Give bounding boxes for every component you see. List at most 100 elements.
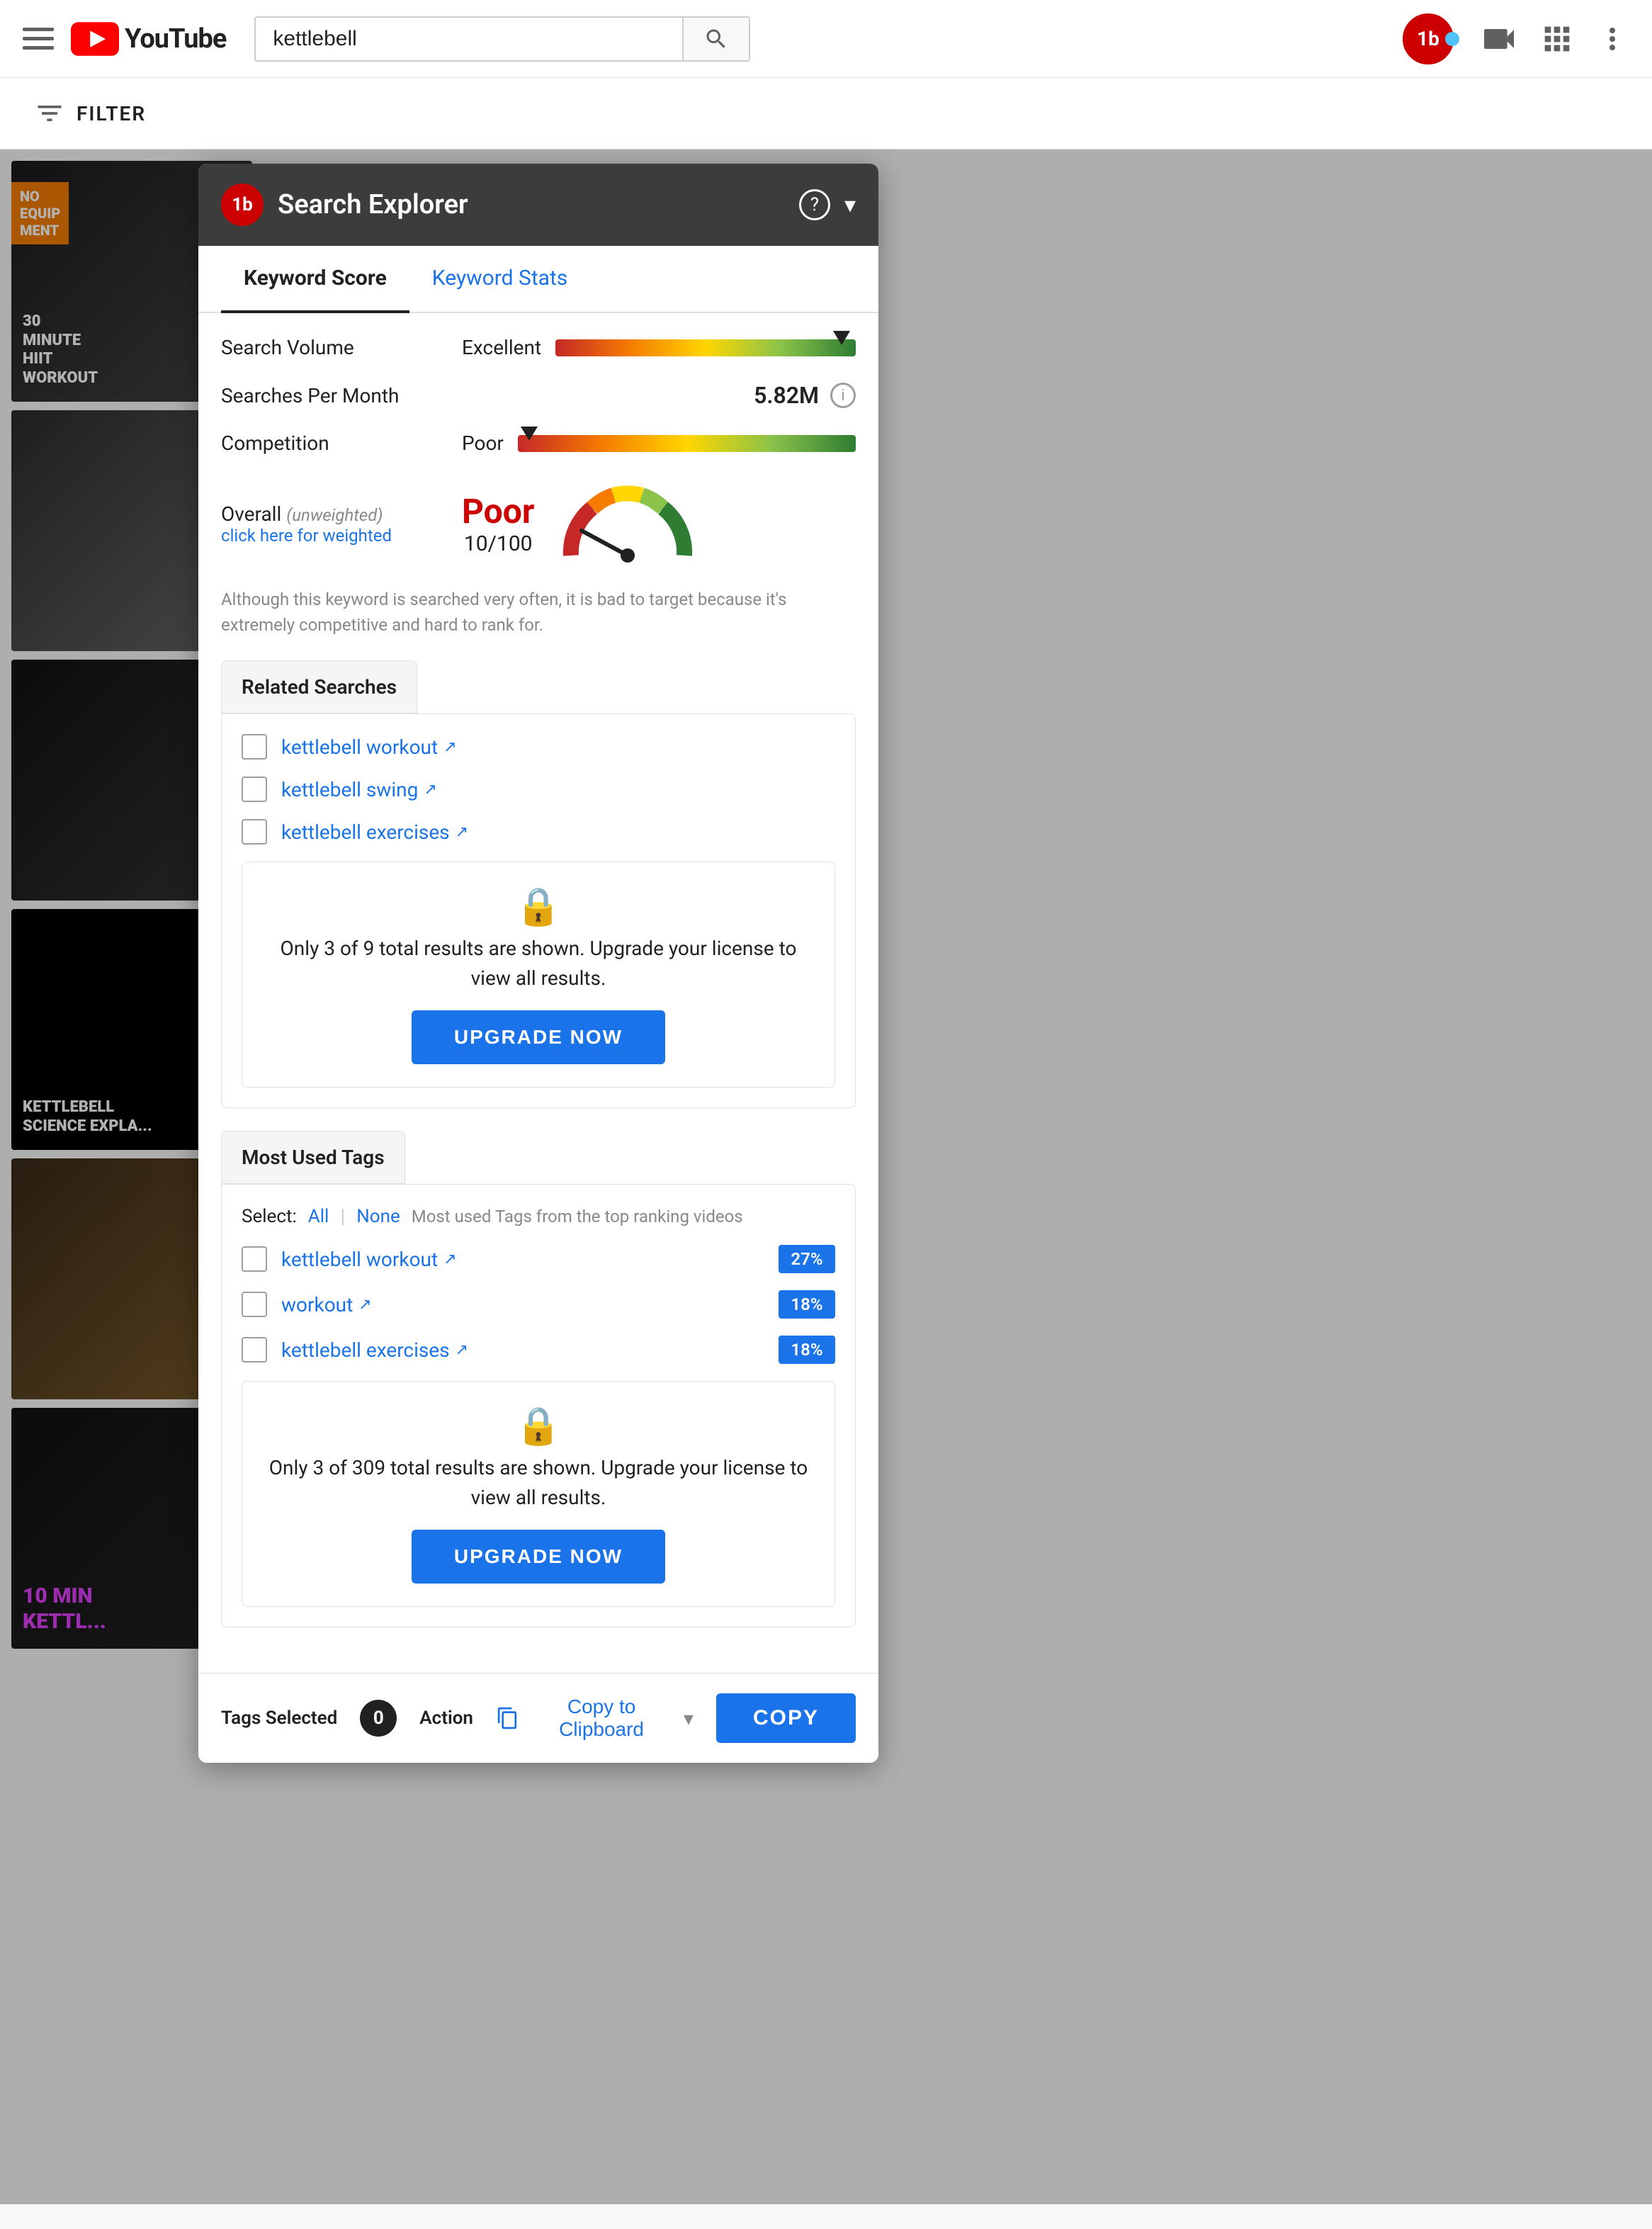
tags-select-bar: Select: All | None Most used Tags from t… [242,1204,835,1228]
competition-row: Competition Poor [221,431,856,455]
competition-bar-container [518,435,856,452]
most-used-tags-box: Select: All | None Most used Tags from t… [221,1184,856,1627]
search-volume-label: Search Volume [221,336,462,359]
select-all-link[interactable]: All [308,1206,329,1227]
ext-link-tag-1: ↗ [443,1251,456,1268]
searches-per-month-row: Searches Per Month 5.82M i [221,382,856,409]
checkbox-related-2[interactable] [242,777,267,802]
select-label: Select: [242,1206,297,1227]
tag-link-3[interactable]: kettlebell exercises ↗ [281,1338,764,1362]
related-item-3: kettlebell exercises ↗ [242,819,835,845]
select-none-link[interactable]: None [356,1206,400,1227]
panel-title: Search Explorer [278,189,785,220]
dropdown-arrow-icon[interactable]: ▾ [684,1707,694,1730]
lock-icon-tags: 🔒 [516,1404,562,1448]
chevron-down-icon[interactable]: ▾ [844,191,856,218]
related-searches-section: Related Searches kettlebell workout ↗ ke… [221,660,856,1108]
score-text-block: Poor 10/100 [462,491,534,556]
tags-selected-label: Tags Selected [221,1708,337,1729]
gauge-chart [557,478,698,570]
tag-link-1[interactable]: kettlebell workout ↗ [281,1248,764,1271]
action-bar: Tags Selected 0 Action Copy to Clipboard… [198,1673,878,1763]
tags-selected-group: Tags Selected [221,1708,337,1729]
copy-button[interactable]: COPY [716,1693,856,1743]
info-icon[interactable]: i [830,383,856,408]
competition-right: Poor [462,431,856,455]
clipboard-icon [496,1705,519,1731]
tags-selected-count: 0 [360,1700,397,1737]
competition-marker [521,427,538,441]
panel-logo: 1b [221,184,264,226]
related-upgrade-button[interactable]: UPGRADE NOW [412,1010,665,1064]
search-volume-bar-container [555,339,856,356]
tag-item-1: kettlebell workout ↗ 27% [242,1245,835,1273]
checkbox-tag-2[interactable] [242,1292,267,1317]
search-bar[interactable] [254,16,750,62]
searches-per-month-right: 5.82M i [462,382,856,409]
action-label: Action [419,1708,473,1729]
competition-bar [518,435,856,452]
related-link-2[interactable]: kettlebell swing ↗ [281,778,437,801]
overall-section: Overall (unweighted) click here for weig… [221,478,856,570]
search-volume-right: Excellent [462,336,856,359]
searches-per-month-label: Searches Per Month [221,384,462,407]
tab-keyword-score[interactable]: Keyword Score [221,246,409,313]
search-explorer-panel: 1b Search Explorer ? ▾ Keyword Score Key… [198,164,878,1763]
tag-item-3: kettlebell exercises ↗ 18% [242,1336,835,1364]
ext-link-tag-3: ↗ [456,1341,468,1359]
searches-per-month-value: 5.82M [754,382,819,409]
related-link-1[interactable]: kettlebell workout ↗ [281,735,457,759]
panel-body: Search Volume Excellent Searches Per Mon… [198,313,878,1673]
external-link-icon-3: ↗ [456,823,468,841]
related-item-1: kettlebell workout ↗ [242,734,835,760]
related-link-3[interactable]: kettlebell exercises ↗ [281,820,468,844]
related-item-2: kettlebell swing ↗ [242,777,835,802]
overall-score-display: Poor 10/100 [462,478,698,570]
tags-upgrade-button[interactable]: UPGRADE NOW [412,1530,665,1584]
tag-item-2: workout ↗ 18% [242,1290,835,1319]
tab-keyword-stats[interactable]: Keyword Stats [409,246,591,313]
apps-icon[interactable] [1539,21,1575,57]
search-button[interactable] [682,18,749,60]
search-volume-marker [833,331,850,345]
competition-label: Competition [221,431,462,455]
youtube-wordmark: YouTube [125,23,226,55]
tag-pct-3: 18% [779,1336,835,1364]
checkbox-related-3[interactable] [242,819,267,845]
filter-label: FILTER [77,102,146,125]
youtube-header: YouTube 1b [0,0,1652,78]
more-icon[interactable] [1595,22,1629,56]
lock-icon-related: 🔒 [516,885,562,928]
action-dropdown: Copy to Clipboard ▾ [496,1695,694,1741]
search-volume-row: Search Volume Excellent [221,336,856,359]
checkbox-related-1[interactable] [242,734,267,760]
related-searches-box: kettlebell workout ↗ kettlebell swing ↗ [221,713,856,1108]
tags-info-text: Most used Tags from the top ranking vide… [412,1207,743,1226]
external-link-icon-1: ↗ [443,738,456,756]
related-searches-header: Related Searches [221,660,417,713]
checkbox-tag-3[interactable] [242,1337,267,1362]
related-upgrade-box: 🔒 Only 3 of 9 total results are shown. U… [242,862,835,1088]
online-indicator [1445,32,1459,46]
overall-left: Overall (unweighted) click here for weig… [221,502,462,546]
header-right: 1b [1403,13,1629,64]
search-input[interactable] [256,27,682,51]
copy-clipboard-button[interactable]: Copy to Clipboard [528,1695,675,1741]
description-text: Although this keyword is searched very o… [221,587,856,638]
hamburger-menu[interactable] [23,28,54,50]
search-volume-rating: Excellent [462,336,541,359]
create-icon[interactable] [1479,19,1519,59]
related-upgrade-text: Only 3 of 9 total results are shown. Upg… [265,934,812,993]
content-area: NOEQUIPMENT 30MINUTEHIITWORKOUT KETTLEBE… [0,149,1652,2204]
most-used-tags-header: Most Used Tags [221,1131,405,1184]
weighted-link[interactable]: click here for weighted [221,526,392,546]
competition-rating: Poor [462,431,504,455]
ext-link-tag-2: ↗ [358,1296,371,1314]
tag-pct-2: 18% [779,1290,835,1319]
youtube-logo[interactable]: YouTube [71,22,226,56]
help-icon[interactable]: ? [799,189,830,220]
score-number: 10/100 [462,531,534,556]
tag-link-2[interactable]: workout ↗ [281,1293,764,1316]
checkbox-tag-1[interactable] [242,1246,267,1272]
score-poor-text: Poor [462,491,534,531]
